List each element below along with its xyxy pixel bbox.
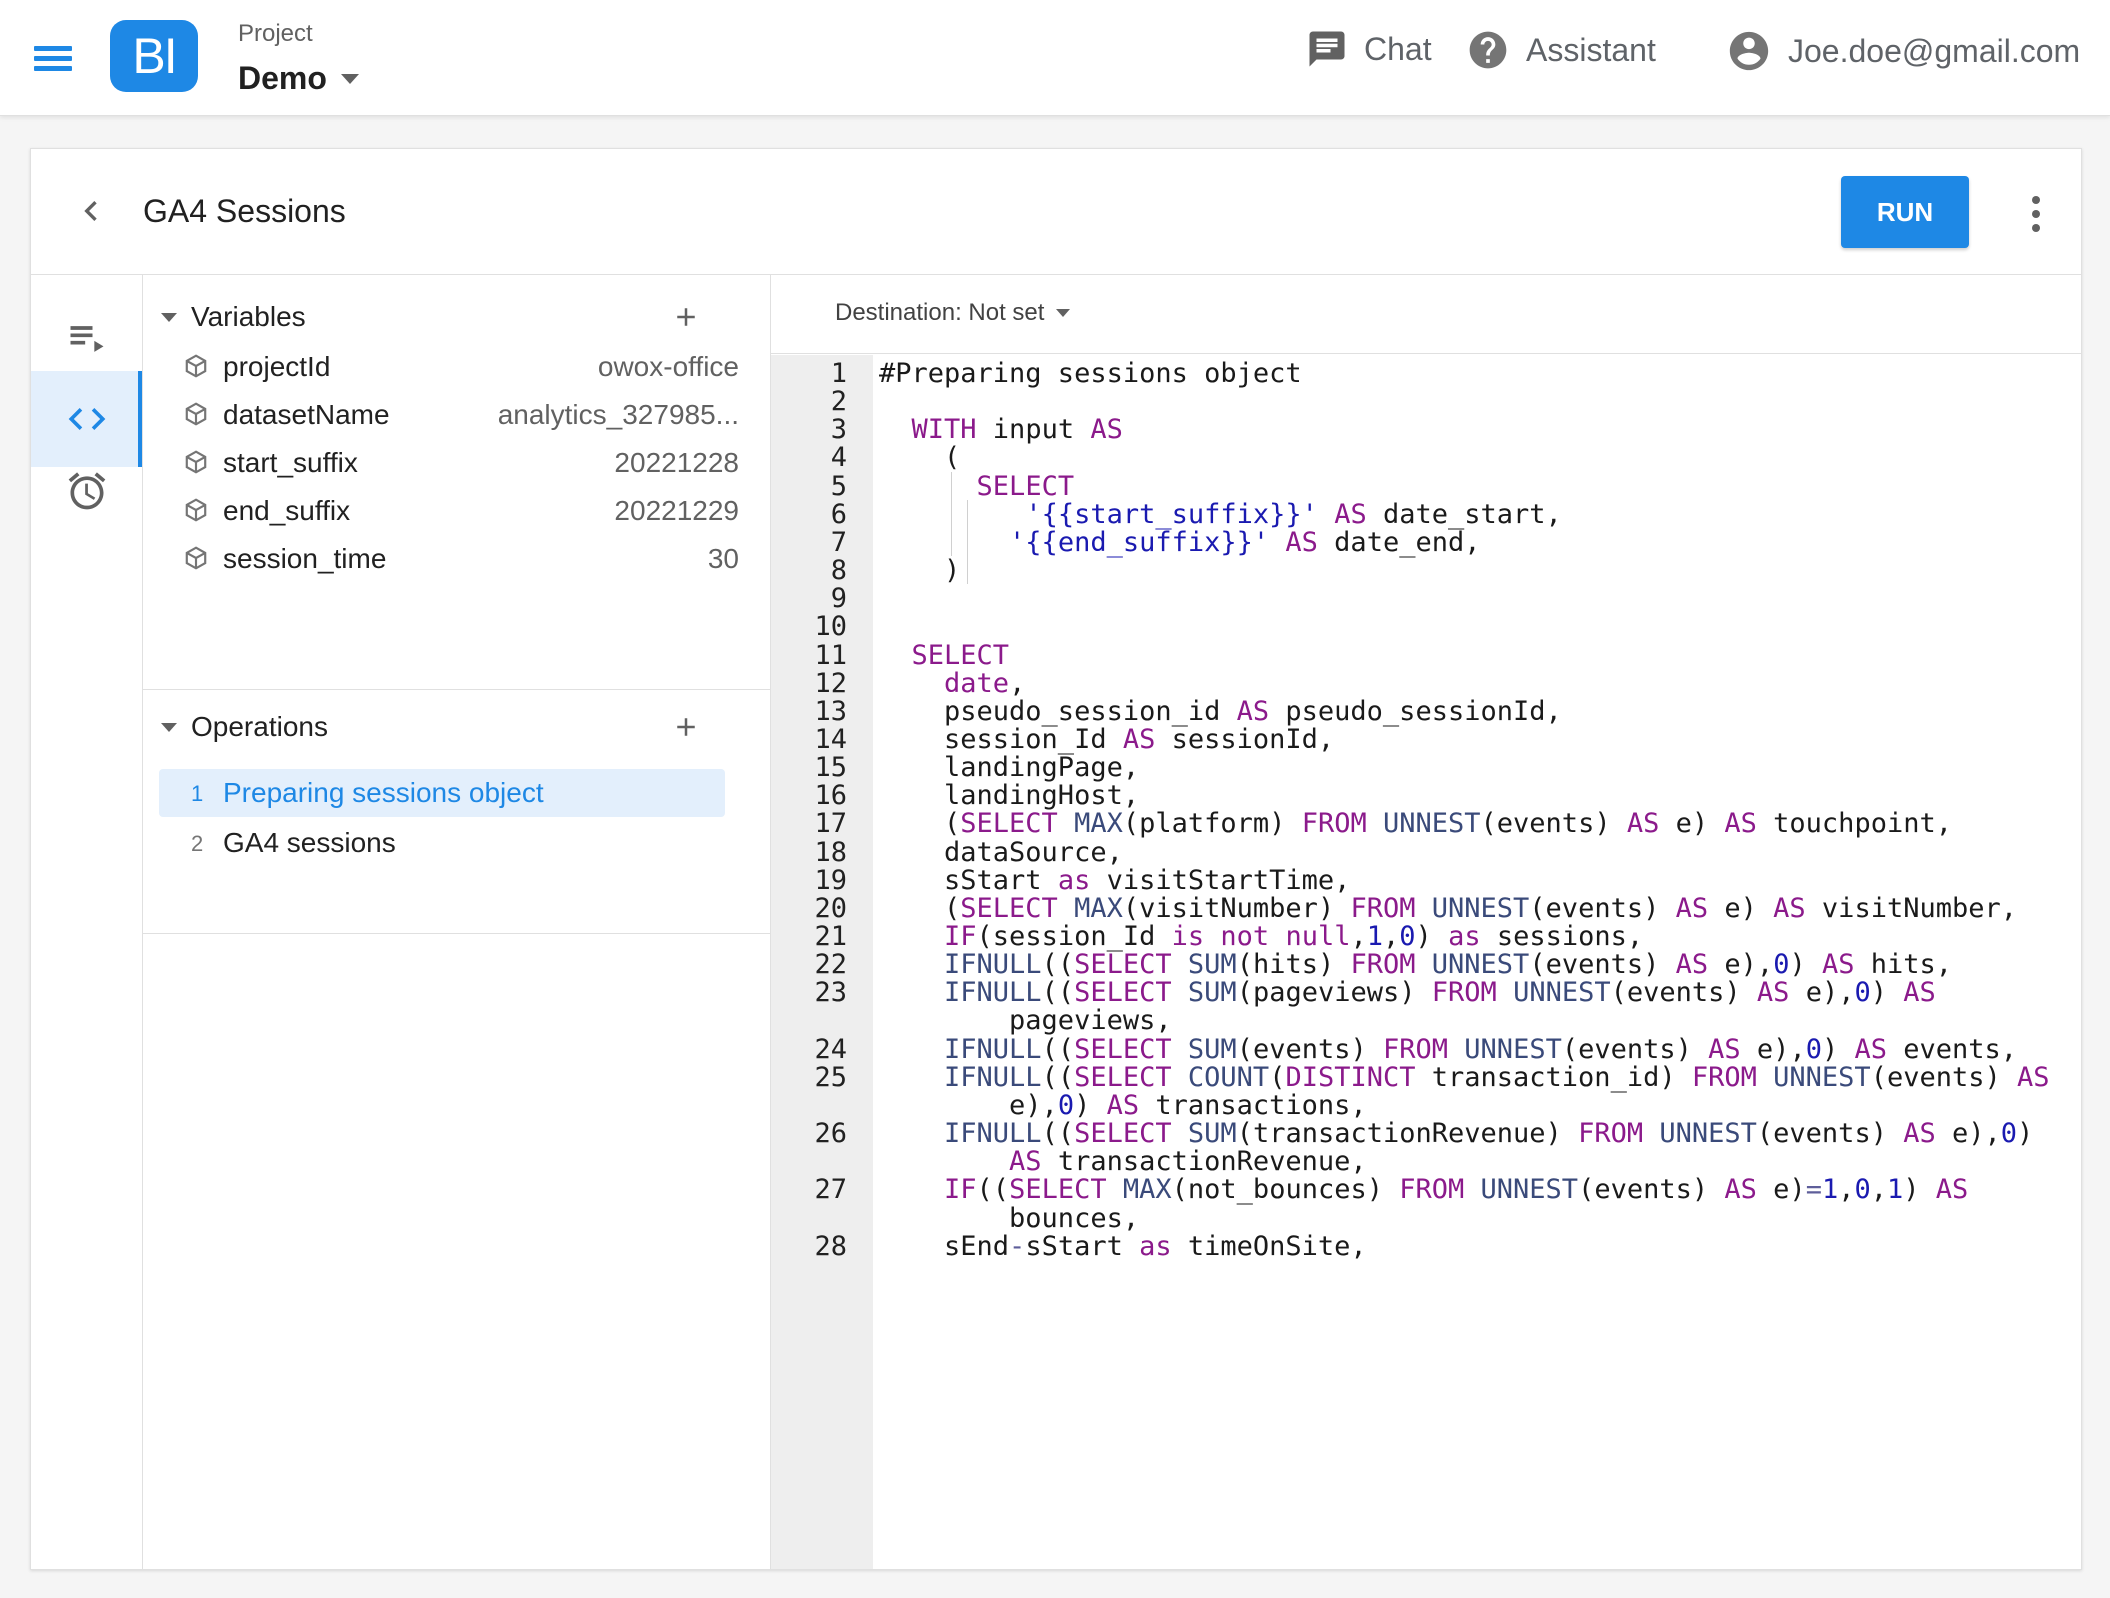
cube-icon xyxy=(183,401,209,432)
chat-label: Chat xyxy=(1364,30,1432,67)
rail-item-schedule[interactable] xyxy=(31,443,142,539)
destination-select[interactable]: Destination: Not set xyxy=(835,299,1071,327)
chat-icon xyxy=(1309,31,1345,67)
cube-icon xyxy=(183,497,209,528)
operation-number: 2 xyxy=(191,831,204,856)
sql-editor: Destination: Not set 1 #Preparing session… xyxy=(771,275,2081,1569)
project-switcher[interactable]: Project Demo xyxy=(238,20,359,97)
divider xyxy=(143,689,771,690)
cube-icon xyxy=(183,353,209,384)
code-area[interactable]: 1 #Preparing sessions object 2 3 WITH input… xyxy=(771,355,2081,1569)
code-line: 28 sEnd-sStart as timeOnSite, xyxy=(771,1228,2081,1266)
variable-name: projectId xyxy=(223,351,331,382)
app-bar: BI Project Demo Chat Assistant Joe.doe@g… xyxy=(0,0,2110,116)
operation-label: Preparing sessions object xyxy=(223,777,544,808)
more-vert-icon[interactable] xyxy=(2021,194,2051,234)
cube-icon xyxy=(183,449,209,480)
variable-name: end_suffix xyxy=(223,495,351,526)
operations-title: Operations xyxy=(191,711,328,742)
destination-label: Destination: Not set xyxy=(835,299,1045,326)
variable-name: datasetName xyxy=(223,399,390,430)
variable-value: 20221228 xyxy=(614,447,739,478)
variable-value: 30 xyxy=(707,543,739,574)
chevron-down-icon xyxy=(340,73,359,84)
add-variable-plus-icon[interactable] xyxy=(671,302,701,332)
variable-name: session_time xyxy=(223,543,387,574)
line-number: 28 xyxy=(814,1230,847,1262)
chevron-left-icon[interactable] xyxy=(71,191,111,231)
query-header: GA4 Sessions RUN xyxy=(31,149,2081,275)
operation-item-1[interactable]: 1 Preparing sessions object xyxy=(159,769,725,817)
operation-item-2[interactable]: 2 GA4 sessions xyxy=(159,819,725,867)
project-name-text: Demo xyxy=(238,60,327,96)
divider xyxy=(143,933,771,934)
add-operation-plus-icon[interactable] xyxy=(671,712,701,742)
query-panel: Variables projectId owox-office datasetNam… xyxy=(143,275,771,1569)
collapse-icon[interactable] xyxy=(161,313,177,322)
variables-title: Variables xyxy=(191,301,306,332)
variable-value: analytics_327985... xyxy=(497,399,739,430)
operation-number: 1 xyxy=(191,781,204,806)
variable-value: 20221229 xyxy=(614,495,739,526)
variable-value: owox-office xyxy=(597,351,739,382)
variable-row-start_suffix[interactable]: start_suffix 20221228 xyxy=(143,437,771,485)
run-button[interactable]: RUN xyxy=(1841,176,1969,248)
project-name[interactable]: Demo xyxy=(238,60,359,97)
query-card: GA4 Sessions RUN Variables projectId owox… xyxy=(30,148,2082,1570)
variable-row-end_suffix[interactable]: end_suffix 20221229 xyxy=(143,485,771,533)
code-icon xyxy=(68,408,106,430)
variable-row-datasetName[interactable]: datasetName analytics_327985... xyxy=(143,389,771,437)
account-icon xyxy=(1729,31,1769,71)
operations-header: Operations xyxy=(143,697,771,757)
variable-name: start_suffix xyxy=(223,447,358,478)
user-email: Joe.doe@gmail.com xyxy=(1788,32,2081,69)
playlist-play-icon xyxy=(70,326,104,352)
project-label: Project xyxy=(238,20,313,47)
indent-guide xyxy=(967,499,968,585)
code-text: sEnd-sStart as timeOnSite, xyxy=(879,1230,1367,1262)
variable-row-session_time[interactable]: session_time 30 xyxy=(143,533,771,581)
user-menu[interactable]: Joe.doe@gmail.com xyxy=(1726,28,2080,74)
assistant-button[interactable]: Assistant xyxy=(1466,28,1656,72)
operation-label: GA4 sessions xyxy=(223,827,396,858)
assistant-label: Assistant xyxy=(1526,31,1656,68)
indent-guide xyxy=(951,471,952,557)
app-logo[interactable]: BI xyxy=(110,20,198,92)
alarm-icon xyxy=(68,472,106,510)
menu-icon[interactable] xyxy=(30,40,78,76)
collapse-icon[interactable] xyxy=(161,723,177,732)
variable-row-projectId[interactable]: projectId owox-office xyxy=(143,341,771,389)
help-icon xyxy=(1469,31,1507,69)
left-rail xyxy=(31,275,143,1569)
divider xyxy=(771,353,2081,354)
variables-header: Variables xyxy=(143,287,771,347)
chat-button[interactable]: Chat xyxy=(1306,28,1432,70)
cube-icon xyxy=(183,545,209,576)
query-title: GA4 Sessions xyxy=(143,193,346,229)
chevron-down-icon xyxy=(1056,309,1071,317)
